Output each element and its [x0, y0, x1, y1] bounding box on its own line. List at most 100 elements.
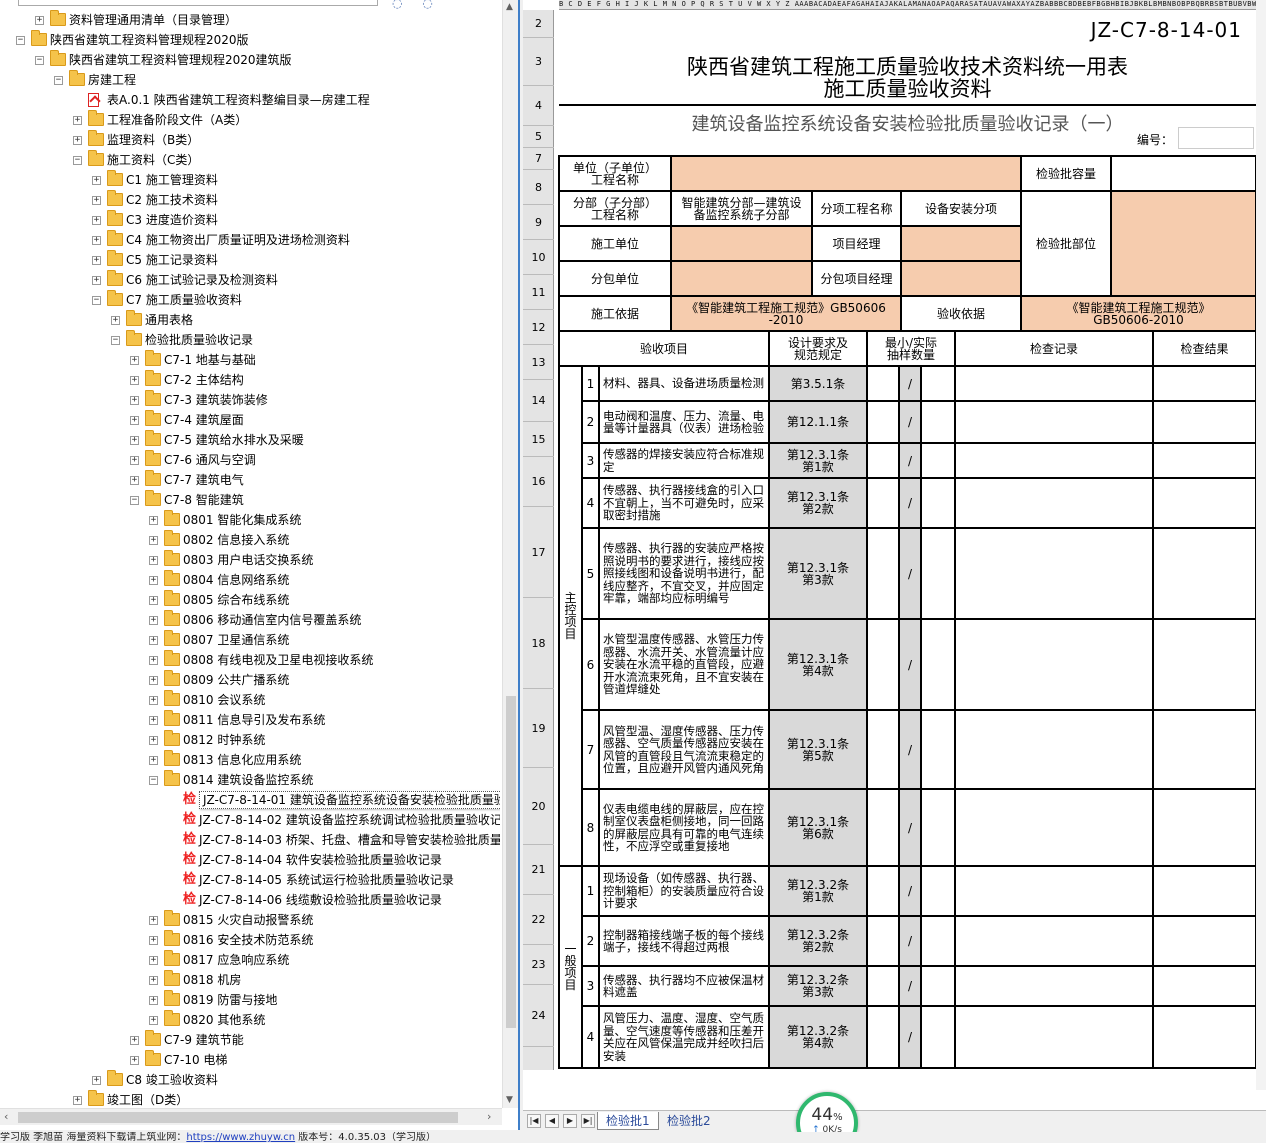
tree-node[interactable]: +0812 时钟系统 [0, 730, 500, 750]
row-number[interactable]: 3 [523, 38, 554, 86]
unit-name-field[interactable] [671, 156, 1021, 191]
expand-icon[interactable]: + [92, 236, 101, 245]
expand-icon[interactable]: + [149, 936, 158, 945]
min-sample-field[interactable] [867, 478, 899, 528]
actual-sample-field[interactable] [921, 1006, 955, 1068]
check-record-field[interactable] [955, 866, 1153, 916]
expand-icon[interactable]: + [149, 996, 158, 1005]
scroll-up-icon[interactable]: ▲ [506, 2, 513, 12]
tree-node[interactable]: + C7-5 建筑给水排水及采暖 [0, 430, 500, 450]
tree-node[interactable]: +0810 会议系统 [0, 690, 500, 710]
row-number[interactable]: 10 [523, 240, 554, 275]
tree-vertical-scrollbar[interactable]: ▲ ▼ [502, 0, 518, 1108]
contractor-field[interactable] [671, 226, 812, 261]
tree-node[interactable]: + C5 施工记录资料 [0, 250, 500, 270]
expand-icon[interactable]: + [130, 456, 139, 465]
tree-node[interactable]: + C7-6 通风与空调 [0, 450, 500, 470]
row-number[interactable]: 12 [523, 310, 554, 345]
expand-icon[interactable]: + [149, 696, 158, 705]
tree-node[interactable]: +0816 安全技术防范系统 [0, 930, 500, 950]
tree-node[interactable]: +0817 应急响应系统 [0, 950, 500, 970]
tree-node[interactable]: +0801 智能化集成系统 [0, 510, 500, 530]
tree-node[interactable]: − 施工资料（C类） [0, 150, 500, 170]
row-number[interactable]: 22 [523, 895, 554, 945]
expand-icon[interactable]: + [92, 216, 101, 225]
check-result-field[interactable] [1153, 619, 1256, 710]
tree-horizontal-scrollbar[interactable]: ‹ › [0, 1108, 502, 1125]
expand-icon[interactable]: + [149, 536, 158, 545]
tree-node[interactable]: − 陕西省建筑工程资料管理规程2020版 [0, 30, 500, 50]
actual-sample-field[interactable] [921, 401, 955, 443]
min-sample-field[interactable] [867, 866, 899, 916]
subcontractor-field[interactable] [671, 261, 812, 296]
tree-node[interactable]: − 陕西省建筑工程资料管理规程2020建筑版 [0, 50, 500, 70]
number-field[interactable] [1178, 127, 1254, 149]
check-record-field[interactable] [955, 443, 1153, 478]
tree-node[interactable]: + 资料管理通用清单（目录管理） [0, 10, 500, 30]
expand-icon[interactable]: + [92, 256, 101, 265]
pm-field[interactable] [901, 226, 1021, 261]
tree-node[interactable]: + C7-1 地基与基础 [0, 350, 500, 370]
expand-icon[interactable]: + [130, 376, 139, 385]
min-sample-field[interactable] [867, 916, 899, 966]
check-record-field[interactable] [955, 478, 1153, 528]
first-sheet-button[interactable]: |◀ [527, 1114, 541, 1128]
expand-icon[interactable]: + [130, 476, 139, 485]
scroll-down-icon[interactable]: ▼ [506, 1095, 513, 1105]
expand-icon[interactable]: + [149, 716, 158, 725]
scroll-thumb[interactable] [18, 1112, 458, 1123]
expand-icon[interactable]: + [130, 356, 139, 365]
tree-node[interactable]: + C2 施工技术资料 [0, 190, 500, 210]
row-number[interactable]: 7 [523, 148, 554, 170]
check-result-field[interactable] [1153, 443, 1256, 478]
expand-icon[interactable]: + [149, 916, 158, 925]
division-field[interactable]: 智能建筑分部—建筑设 备监控系统子分部 [671, 191, 812, 226]
collapse-icon[interactable]: − [35, 56, 44, 65]
min-sample-field[interactable] [867, 528, 899, 619]
expand-icon[interactable]: + [149, 576, 158, 585]
tree-toolbar-icons[interactable]: ◌ ◌ [392, 0, 441, 10]
expand-icon[interactable]: + [149, 656, 158, 665]
check-result-field[interactable] [1153, 710, 1256, 789]
check-record-field[interactable] [955, 366, 1153, 401]
row-number[interactable]: 4 [523, 86, 554, 126]
check-result-field[interactable] [1153, 966, 1256, 1006]
row-number[interactable]: 16 [523, 457, 554, 507]
sheet-vertical-scrollbar[interactable] [1256, 0, 1266, 1090]
row-number[interactable]: 19 [523, 689, 554, 768]
check-record-field[interactable] [955, 528, 1153, 619]
actual-sample-field[interactable] [921, 789, 955, 866]
prev-sheet-button[interactable]: ◀ [545, 1114, 559, 1128]
actual-sample-field[interactable] [921, 710, 955, 789]
tree-node[interactable]: +0802 信息接入系统 [0, 530, 500, 550]
expand-icon[interactable]: + [149, 596, 158, 605]
min-sample-field[interactable] [867, 710, 899, 789]
collapse-icon[interactable]: − [73, 156, 82, 165]
tree-node[interactable]: +0803 用户电话交换系统 [0, 550, 500, 570]
tree-node[interactable]: + C8 竣工验收资料 [0, 1070, 500, 1090]
expand-icon[interactable]: + [130, 416, 139, 425]
column-header[interactable]: B C D E F G H I J K L M N O P Q R S T U … [559, 0, 1266, 10]
tree-node[interactable]: +0815 火灾自动报警系统 [0, 910, 500, 930]
actual-sample-field[interactable] [921, 916, 955, 966]
tree-node[interactable]: + 通用表格 [0, 310, 500, 330]
min-sample-field[interactable] [867, 789, 899, 866]
tree-search-input[interactable] [18, 0, 378, 6]
expand-icon[interactable]: + [130, 396, 139, 405]
expand-icon[interactable]: + [149, 556, 158, 565]
row-number[interactable]: 24 [523, 985, 554, 1047]
actual-sample-field[interactable] [921, 966, 955, 1006]
tree-node[interactable]: − 检验批质量验收记录 [0, 330, 500, 350]
expand-icon[interactable]: + [149, 676, 158, 685]
tree-node[interactable]: + 竣工图（D类） [0, 1090, 500, 1106]
row-header[interactable]: 2 3 4 5 7 8 9 10 11 12 13 14 15 16 17 18 19 20 21 22 23 24 [523, 10, 554, 1070]
expand-icon[interactable]: + [130, 1036, 139, 1045]
expand-icon[interactable]: + [149, 976, 158, 985]
expand-icon[interactable]: + [111, 316, 120, 325]
acceptance-basis-field[interactable]: 《智能建筑工程施工规范》 GB50606-2010 [1021, 296, 1256, 331]
location-field[interactable] [1111, 191, 1256, 296]
tree-node[interactable]: 检JZ-C7-8-14-01 建筑设备监控系统设备安装检验批质量验收记录 [0, 790, 500, 810]
expand-icon[interactable]: + [149, 756, 158, 765]
basis-field[interactable]: 《智能建筑工程施工规范》GB50606 -2010 [671, 296, 901, 331]
expand-icon[interactable]: + [149, 616, 158, 625]
